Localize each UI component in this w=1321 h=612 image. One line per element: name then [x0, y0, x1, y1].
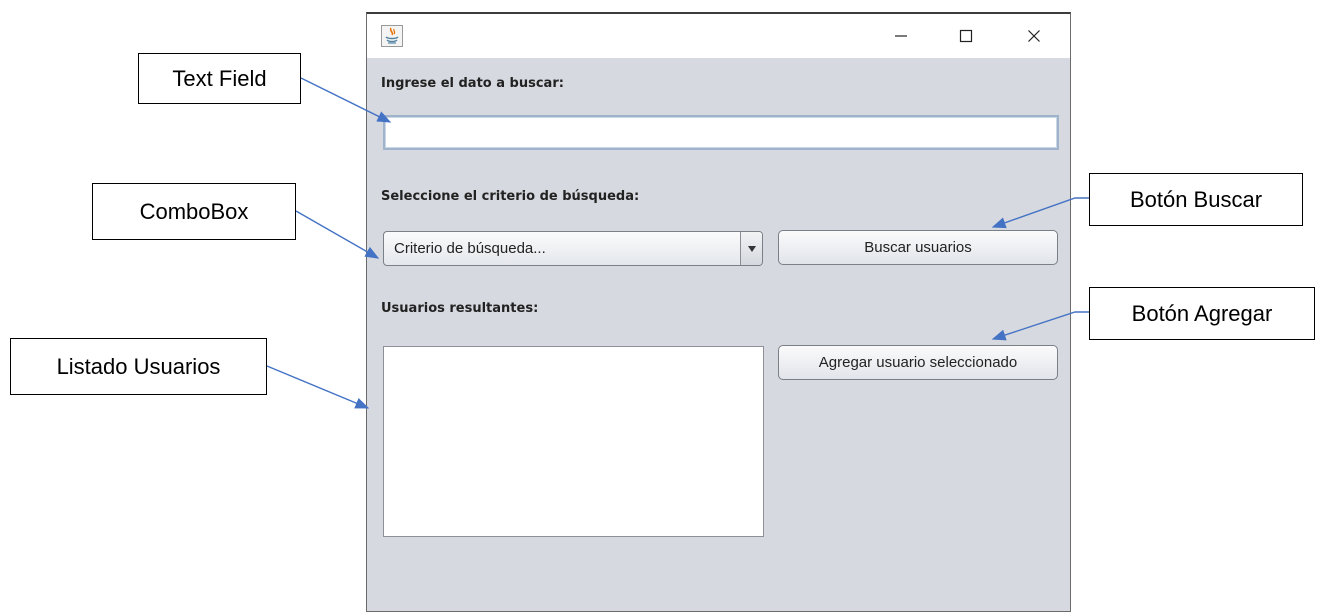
users-list[interactable] — [383, 346, 764, 537]
maximize-button[interactable] — [943, 14, 989, 58]
combobox-callout: ComboBox — [92, 183, 296, 240]
title-bar — [367, 14, 1070, 58]
criteria-label: Seleccione el criterio de búsqueda: — [381, 189, 640, 204]
text-field-callout-label: Text Field — [172, 65, 267, 91]
add-button-callout: Botón Agregar — [1089, 287, 1315, 340]
close-button[interactable] — [1011, 14, 1057, 58]
search-label: Ingrese el dato a buscar: — [381, 76, 564, 91]
results-label: Usuarios resultantes: — [381, 301, 539, 316]
minimize-button[interactable] — [878, 14, 924, 58]
criteria-combobox[interactable]: Criterio de búsqueda... — [383, 231, 763, 266]
user-list-callout-label: Listado Usuarios — [56, 353, 221, 379]
maximize-icon — [959, 29, 973, 43]
search-users-button[interactable]: Buscar usuarios — [778, 230, 1058, 265]
add-button-callout-label: Botón Agregar — [1131, 300, 1273, 326]
search-input[interactable] — [383, 115, 1059, 150]
user-list-arrow — [266, 365, 370, 409]
user-list-callout: Listado Usuarios — [10, 338, 267, 395]
criteria-selected-value: Criterio de búsqueda... — [394, 240, 546, 257]
dropdown-arrow-icon[interactable] — [740, 232, 762, 265]
java-icon — [381, 25, 403, 47]
search-button-callout-label: Botón Buscar — [1129, 186, 1263, 212]
add-selected-user-button[interactable]: Agregar usuario seleccionado — [778, 345, 1058, 380]
search-button-callout: Botón Buscar — [1089, 173, 1303, 226]
text-field-callout: Text Field — [138, 53, 301, 104]
minimize-icon — [895, 35, 907, 37]
combobox-callout-label: ComboBox — [139, 198, 249, 224]
close-icon — [1028, 30, 1040, 42]
app-window: Ingrese el dato a buscar: Seleccione el … — [366, 12, 1071, 612]
